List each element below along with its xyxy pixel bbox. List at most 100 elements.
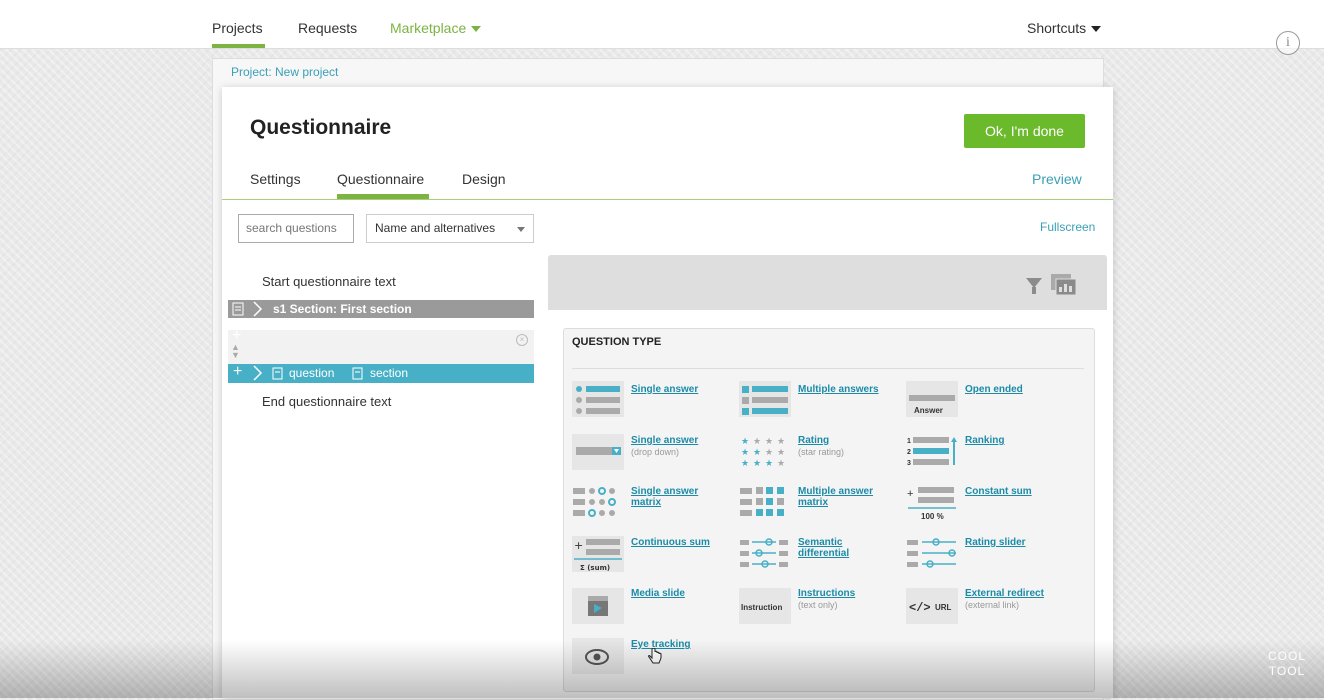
search-mode-value: Name and alternatives: [375, 221, 496, 235]
qt-media-slide[interactable]: Media slide: [631, 588, 685, 599]
svg-text:★: ★: [753, 437, 761, 447]
eye-icon[interactable]: [572, 638, 624, 674]
qt-sub-instructions: (text only): [798, 600, 838, 610]
qt-open-ended[interactable]: Open ended: [965, 384, 1023, 395]
qt-single-answer[interactable]: Single answer: [631, 384, 698, 395]
open-ended-icon-text: Answer: [914, 406, 943, 415]
end-questionnaire-text[interactable]: End questionnaire text: [262, 394, 391, 409]
svg-text:+: +: [907, 488, 913, 500]
open-ended-icon[interactable]: Answer: [906, 381, 958, 417]
svg-text:★: ★: [753, 448, 761, 458]
nav-requests[interactable]: Requests: [298, 20, 357, 36]
constant-sum-icon[interactable]: +100 %: [906, 485, 958, 521]
qt-rating[interactable]: Rating: [798, 435, 829, 446]
qt-sub-external-redirect: (external link): [965, 600, 1020, 610]
breadcrumb[interactable]: Project: New project: [231, 65, 338, 79]
single-matrix-icon[interactable]: [572, 485, 624, 521]
nav-projects[interactable]: Projects: [212, 20, 263, 36]
qt-ranking[interactable]: Ranking: [965, 435, 1004, 446]
chevron-down-icon: [471, 26, 482, 33]
add-item-row[interactable]: + question section: [228, 363, 534, 383]
document-icon: [272, 367, 283, 380]
nav-shortcuts[interactable]: Shortcuts: [1027, 20, 1102, 36]
search-input[interactable]: search questions: [238, 214, 354, 243]
star-rating-icon[interactable]: ★ ★ ★ ★ ★ ★ ★ ★ ★ ★ ★ ★: [739, 434, 791, 470]
divider: [572, 368, 1084, 369]
question-type-panel: [563, 328, 1095, 692]
preview-toolbar: [548, 255, 1107, 310]
top-navigation-bar: [0, 0, 1324, 49]
svg-text:★: ★: [753, 459, 761, 469]
nav-marketplace[interactable]: Marketplace: [390, 20, 482, 36]
svg-text:★: ★: [777, 448, 785, 458]
fullscreen-link[interactable]: Fullscreen: [1040, 220, 1095, 234]
reorder-arrows-icon[interactable]: ▲ ▼: [231, 343, 240, 360]
svg-text:3: 3: [907, 460, 911, 467]
page-icon: [232, 302, 244, 316]
tab-divider: [222, 199, 1113, 200]
info-icon[interactable]: i: [1276, 31, 1300, 55]
qt-multiple-answer-matrix[interactable]: Multiple answer matrix: [798, 486, 888, 508]
report-icon[interactable]: [1051, 274, 1077, 296]
multiple-answers-icon[interactable]: [739, 381, 791, 417]
dropdown-icon[interactable]: [572, 434, 624, 470]
plus-icon: +: [233, 363, 243, 380]
add-question-link[interactable]: question: [289, 366, 334, 380]
external-redirect-icon[interactable]: </> URL: [906, 588, 958, 624]
done-button[interactable]: Ok, I'm done: [964, 114, 1085, 148]
qt-rating-slider[interactable]: Rating slider: [965, 537, 1026, 548]
qt-single-answer-matrix[interactable]: Single answer matrix: [631, 486, 721, 508]
qt-multiple-answers[interactable]: Multiple answers: [798, 384, 879, 395]
svg-text:+: +: [574, 539, 583, 552]
media-slide-icon[interactable]: [572, 588, 624, 624]
chevron-right-icon: [253, 365, 263, 381]
search-mode-select[interactable]: Name and alternatives: [366, 214, 534, 243]
empty-insert-row[interactable]: + ▲ ▼ ×: [228, 327, 534, 364]
ranking-icon[interactable]: 1 2 3: [906, 434, 958, 470]
qt-constant-sum[interactable]: Constant sum: [965, 486, 1032, 497]
continuous-sum-icon[interactable]: + Σ (sum): [572, 536, 624, 572]
rating-slider-icon[interactable]: [906, 536, 958, 572]
logo-line-2: TOOL: [1268, 664, 1306, 678]
svg-text:★: ★: [765, 437, 773, 447]
close-icon[interactable]: ×: [516, 334, 528, 346]
single-answer-icon[interactable]: [572, 381, 624, 417]
instructions-icon-text: Instruction: [741, 603, 782, 612]
qt-sub-dropdown: (drop down): [631, 447, 680, 457]
document-icon: [352, 367, 363, 380]
hand-cursor-icon: [648, 648, 662, 664]
qt-continuous-sum[interactable]: Continuous sum: [631, 537, 710, 548]
tab-design[interactable]: Design: [462, 171, 506, 187]
tab-questionnaire[interactable]: Questionnaire: [337, 171, 424, 187]
add-section-link[interactable]: section: [370, 366, 408, 380]
multiple-matrix-icon[interactable]: [739, 485, 791, 521]
instructions-icon[interactable]: Instruction: [739, 588, 791, 624]
start-questionnaire-text[interactable]: Start questionnaire text: [262, 274, 396, 289]
svg-text:★: ★: [765, 459, 773, 469]
qt-instructions[interactable]: Instructions: [798, 588, 855, 599]
tab-settings[interactable]: Settings: [250, 171, 301, 187]
cooltool-logo: COOL TOOL: [1264, 649, 1310, 683]
svg-text:2: 2: [907, 449, 911, 456]
chevron-down-icon: [1091, 26, 1102, 33]
qt-semantic-differential[interactable]: Semantic differential: [798, 537, 878, 559]
chevron-down-icon: [517, 227, 525, 232]
question-type-title: QUESTION TYPE: [572, 336, 662, 348]
logo-line-1: COOL: [1267, 649, 1306, 663]
nav-marketplace-label: Marketplace: [390, 20, 467, 36]
nav-active-indicator: [212, 44, 265, 48]
chevron-right-icon: [253, 301, 263, 317]
svg-text:★: ★: [777, 437, 785, 447]
page-title: Questionnaire: [250, 116, 392, 139]
external-redirect-icon-text: URL: [935, 603, 952, 612]
filter-icon-stem: [1032, 287, 1036, 294]
svg-text:</>: </>: [909, 601, 931, 615]
qt-external-redirect[interactable]: External redirect: [965, 588, 1044, 599]
section-row[interactable]: s1 Section: First section: [228, 300, 534, 318]
qt-single-answer-dropdown[interactable]: Single answer: [631, 435, 698, 446]
svg-text:★: ★: [741, 437, 749, 447]
svg-text:★: ★: [741, 448, 749, 458]
svg-text:1: 1: [907, 438, 911, 445]
semantic-differential-icon[interactable]: [739, 536, 791, 572]
preview-link[interactable]: Preview: [1032, 171, 1082, 187]
